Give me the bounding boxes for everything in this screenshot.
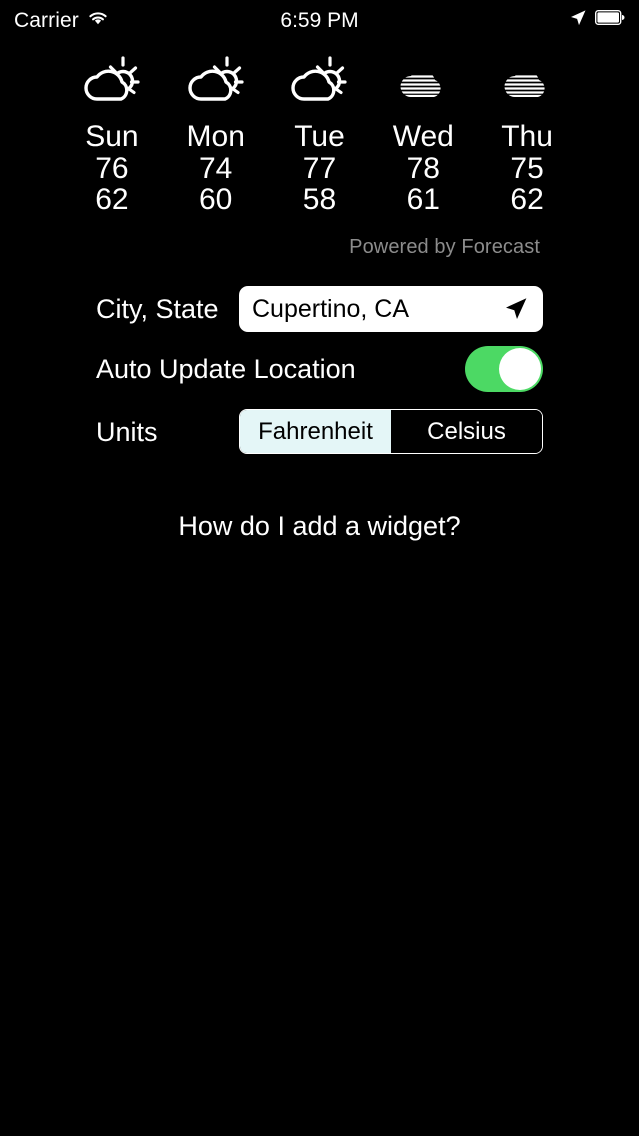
wifi-icon [86, 9, 110, 32]
forecast-day-low: 58 [302, 183, 337, 216]
forecast-day-low: 60 [199, 183, 233, 216]
units-segmented-control[interactable]: Fahrenheit Celsius [239, 409, 543, 454]
forecast-strip: Sun 76 62 Mon 74 60 Tue 77 58 Wed 78 61 … [60, 52, 579, 215]
forecast-day-name: Wed [392, 120, 454, 153]
location-arrow-icon[interactable] [499, 292, 533, 326]
status-bar: Carrier 6:59 PM [0, 0, 639, 40]
forecast-day-name: Mon [186, 120, 245, 153]
forecast-day: Sun 76 62 [60, 52, 164, 215]
partly-cloudy-icon [83, 52, 141, 108]
forecast-day-name: Thu [501, 120, 553, 153]
partly-cloudy-icon [187, 52, 245, 108]
forecast-day-high: 74 [199, 152, 233, 185]
forecast-day-high: 78 [406, 152, 440, 185]
status-bar-right [569, 9, 625, 32]
auto-update-label: Auto Update Location [96, 353, 356, 384]
auto-update-row: Auto Update Location [96, 346, 543, 392]
forecast-day-low: 62 [510, 183, 544, 216]
striped-cloud-icon [394, 52, 452, 108]
auto-update-toggle[interactable] [465, 346, 543, 392]
city-input-field[interactable]: Cupertino, CA [239, 286, 543, 332]
city-state-row: City, State Cupertino, CA [96, 286, 543, 332]
forecast-attribution: Powered by Forecast [349, 236, 540, 258]
battery-full-icon [594, 9, 625, 30]
status-bar-left: Carrier [14, 9, 110, 32]
forecast-day-name: Tue [294, 120, 345, 153]
forecast-day-high: 75 [510, 152, 544, 185]
city-state-label: City, State [96, 293, 219, 324]
forecast-day-name: Sun [85, 120, 139, 153]
segment-celsius[interactable]: Celsius [391, 410, 542, 453]
toggle-knob [499, 348, 541, 390]
forecast-day-low: 61 [406, 183, 440, 216]
carrier-label: Carrier [14, 8, 79, 32]
forecast-day: Thu 75 62 [475, 52, 579, 215]
forecast-day-high: 77 [302, 152, 337, 185]
add-widget-help-link[interactable]: How do I add a widget? [0, 511, 639, 542]
partly-cloudy-icon [290, 52, 348, 108]
segment-fahrenheit[interactable]: Fahrenheit [240, 410, 391, 453]
location-arrow-icon [569, 9, 587, 32]
units-label: Units [96, 416, 158, 447]
forecast-day: Mon 74 60 [164, 52, 268, 215]
forecast-day-low: 62 [95, 183, 129, 216]
forecast-day-high: 76 [95, 152, 129, 185]
forecast-day: Tue 77 58 [268, 52, 372, 215]
city-input-value[interactable]: Cupertino, CA [252, 295, 499, 324]
forecast-day: Wed 78 61 [371, 52, 475, 215]
striped-cloud-icon [498, 52, 556, 108]
units-row: Units Fahrenheit Celsius [96, 409, 543, 455]
